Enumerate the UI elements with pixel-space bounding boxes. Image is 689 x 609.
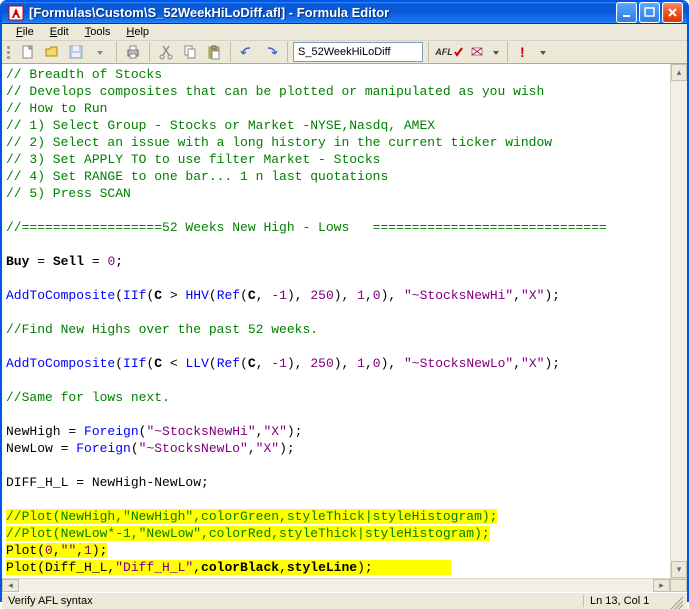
menu-edit[interactable]: Edit [42,24,77,40]
print-button[interactable] [122,41,144,63]
redo-button[interactable] [260,41,282,63]
code-line: // 1) Select Group - Stocks or Market -N… [6,118,435,133]
menubar: File Edit Tools Help [2,24,687,41]
code-line: NewLow = Foreign("~StocksNewLo","X"); [6,441,295,456]
code-line: // 2) Select an issue with a long histor… [6,135,552,150]
window-titlebar: [Formulas\Custom\S_52WeekHiLoDiff.afl] -… [2,2,687,24]
window-title: [Formulas\Custom\S_52WeekHiLoDiff.afl] -… [29,5,616,20]
scroll-track[interactable] [19,579,653,592]
menu-tools[interactable]: Tools [77,24,119,40]
menu-help[interactable]: Help [118,24,157,40]
close-button[interactable] [662,2,683,23]
horizontal-scrollbar[interactable]: ◂ ▸ [2,578,687,592]
undo-button[interactable] [236,41,258,63]
code-line: //Find New Highs over the past 52 weeks. [6,322,318,337]
code-line: AddToComposite(IIf(C < LLV(Ref(C, -1), 2… [6,356,560,371]
flag-dropdown-button[interactable] [490,41,502,63]
app-icon [8,5,24,21]
code-line: // How to Run [6,101,107,116]
window-controls [616,2,683,23]
toolbar-separator [428,42,429,62]
open-file-button[interactable] [41,41,63,63]
code-line: // Breadth of Stocks [6,67,162,82]
code-editor[interactable]: // Breadth of Stocks // Develops composi… [2,64,670,578]
code-line: // 3) Set APPLY TO to use filter Market … [6,152,380,167]
code-line: // Develops composites that can be plott… [6,84,544,99]
flag-button[interactable] [466,41,488,63]
toolbar-separator [116,42,117,62]
code-line: Buy = Sell = 0; [6,254,123,269]
code-line: // 4) Set RANGE to one bar... 1 n last q… [6,169,388,184]
toolbar-separator [230,42,231,62]
code-line-highlighted: //Plot(NewHigh,"NewHigh",colorGreen,styl… [6,509,497,575]
menu-file[interactable]: File [8,24,42,40]
code-line: //Same for lows next. [6,390,170,405]
code-line: AddToComposite(IIf(C > HHV(Ref(C, -1), 2… [6,288,560,303]
scroll-up-button[interactable]: ▴ [671,64,687,81]
editor-area: // Breadth of Stocks // Develops composi… [2,64,687,578]
scroll-right-button[interactable]: ▸ [653,579,670,592]
code-line: NewHigh = Foreign("~StocksNewHi","X"); [6,424,302,439]
formula-name-input[interactable] [293,42,423,62]
scroll-down-button[interactable]: ▾ [671,561,687,578]
afl-check-button[interactable]: AFL [434,41,464,63]
copy-button[interactable] [179,41,201,63]
code-line: //==================52 Weeks New High - … [6,220,607,235]
toolbar: AFL ! [2,41,687,64]
alert-button[interactable]: ! [513,41,535,63]
toolbar-separator [507,42,508,62]
vertical-scrollbar[interactable]: ▴ ▾ [670,64,687,578]
scroll-left-button[interactable]: ◂ [2,579,19,592]
cursor-position: Ln 13, Col 1 [584,595,664,607]
resize-grip[interactable] [667,593,683,609]
afl-label: AFL [435,47,453,57]
maximize-button[interactable] [639,2,660,23]
toolbar-grip[interactable] [7,42,12,62]
paste-button[interactable] [203,41,225,63]
new-file-button[interactable] [17,41,39,63]
scroll-corner [670,579,687,592]
code-line: // 5) Press SCAN [6,186,131,201]
toolbar-separator [149,42,150,62]
toolbar-separator [287,42,288,62]
code-line: DIFF_H_L = NewHigh-NewLow; [6,475,209,490]
save-button[interactable] [65,41,87,63]
cut-button[interactable] [155,41,177,63]
scroll-track[interactable] [671,81,687,561]
minimize-button[interactable] [616,2,637,23]
statusbar: Verify AFL syntax Ln 13, Col 1 [2,592,687,609]
save-dropdown-button[interactable] [89,41,111,63]
alert-dropdown-button[interactable] [537,41,549,63]
svg-text:!: ! [520,44,525,60]
status-message: Verify AFL syntax [6,595,584,607]
